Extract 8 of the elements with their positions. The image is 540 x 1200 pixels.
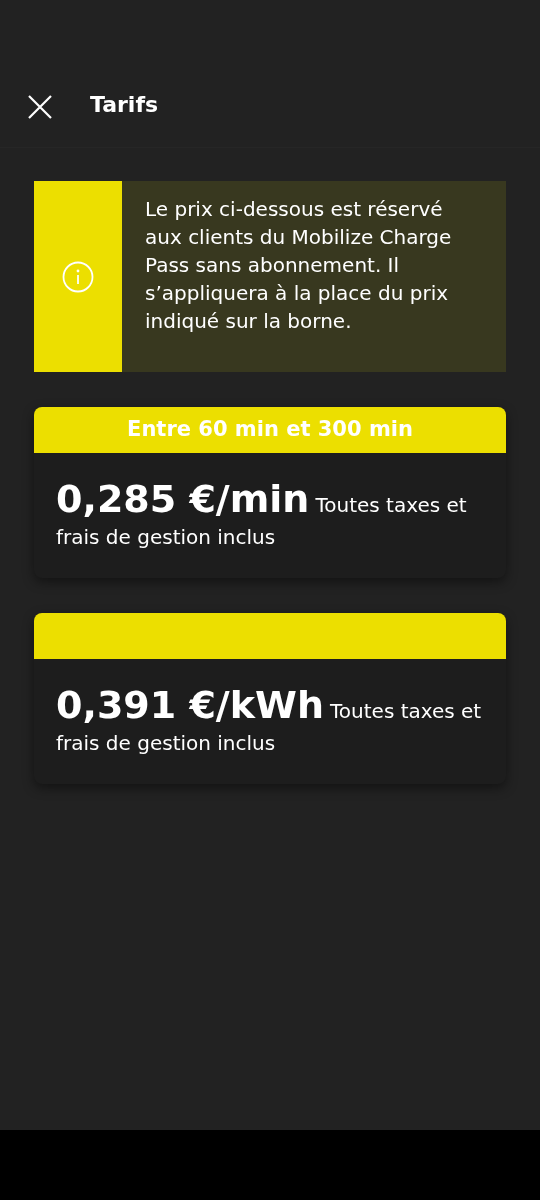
price-text: 0,391 €/kWh Toutes taxes et frais de gestion inclus (55, 682, 483, 757)
period-label: Entre 60 min et 300 min (127, 416, 413, 444)
info-icon (62, 260, 94, 293)
page-title: Tarifs (90, 91, 159, 119)
price-text: 0,285 €/min Toutes taxes et frais de gestion inclus (55, 476, 468, 551)
notice-text: Le prix ci-dessous est réservé aux clients du Mobilize Charge Pass sans abonnement. Il s’appliquera à la place du prix indiqué sur la borne. (144, 196, 453, 335)
close-button[interactable] (26, 93, 54, 121)
close-icon (27, 94, 53, 120)
